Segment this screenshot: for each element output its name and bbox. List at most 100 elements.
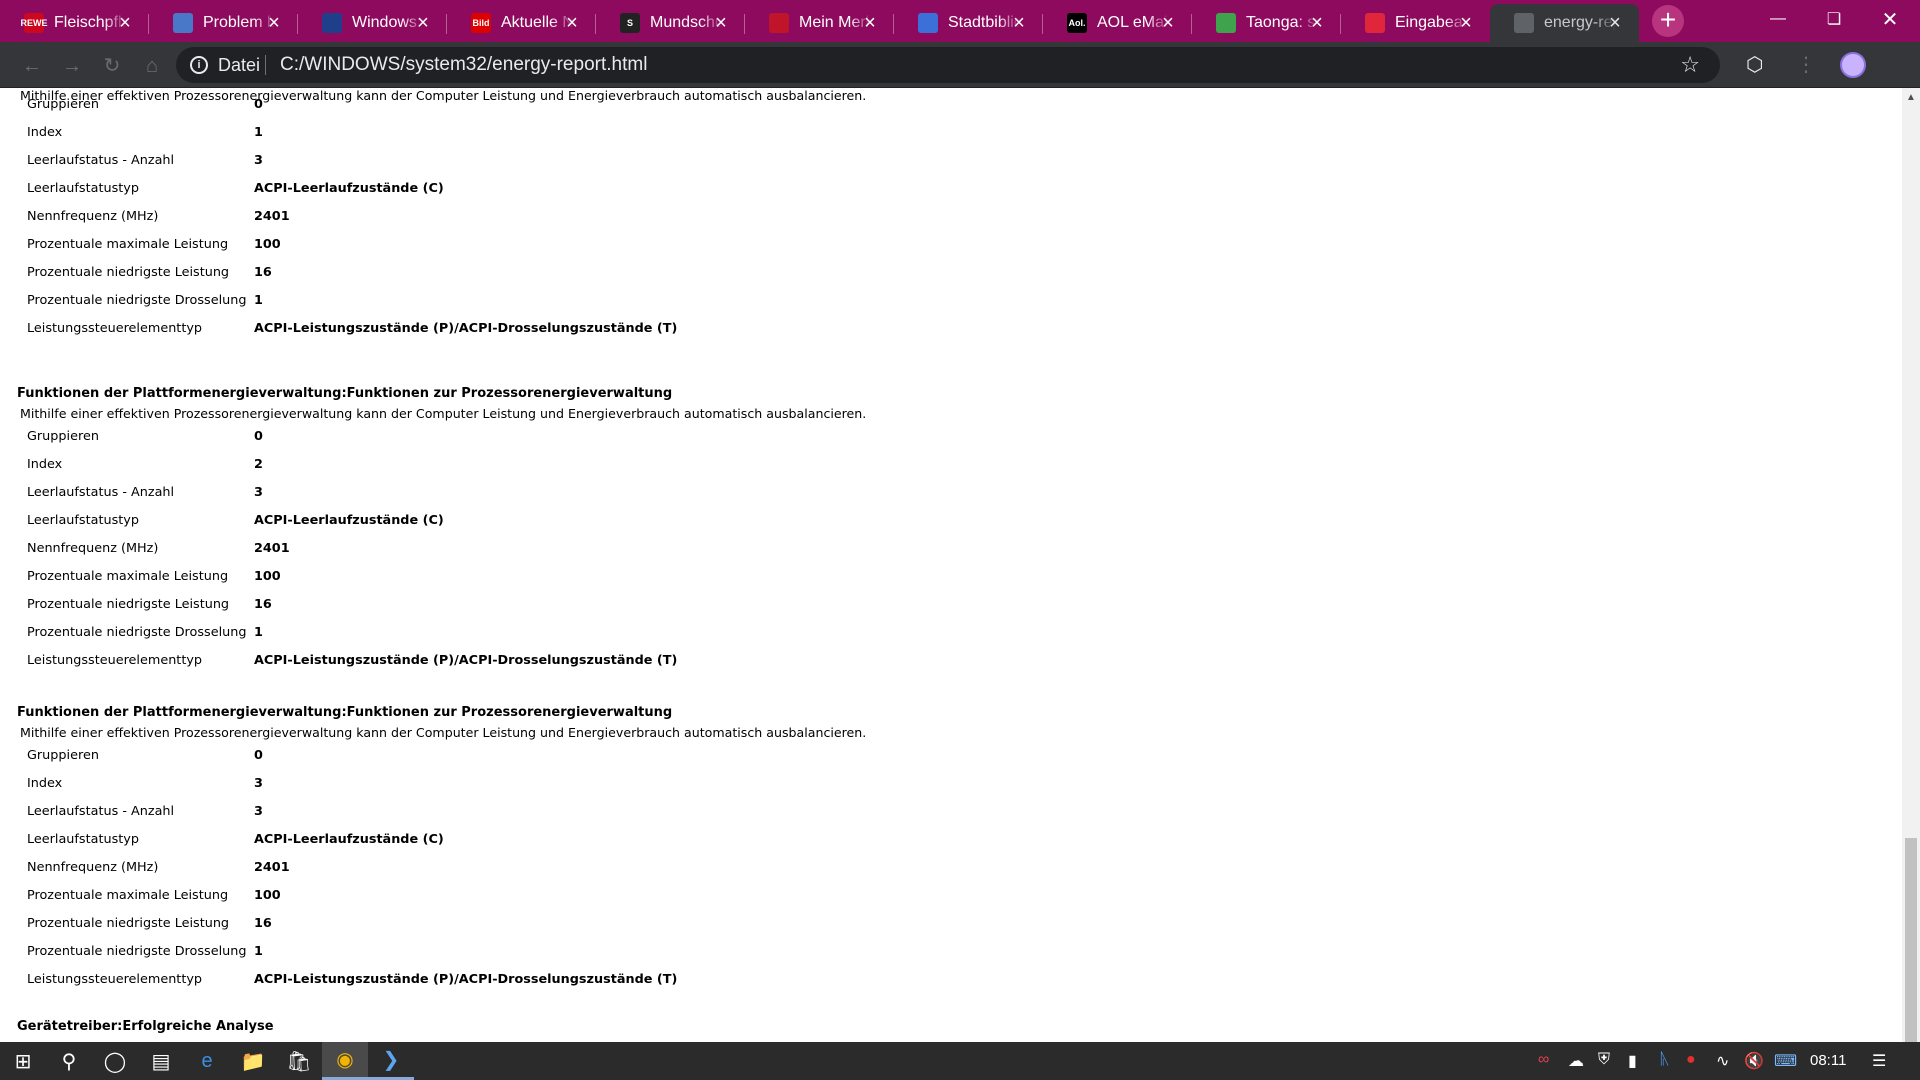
row-value: 3 [254,485,263,500]
table-row: Index 2 [17,452,1417,480]
row-value: 16 [254,265,272,280]
browser-tab[interactable]: S Mundschu × [596,4,745,42]
reload-button[interactable]: ↻ [100,54,124,78]
extension-icon[interactable]: ⋮ [1796,52,1816,77]
address-bar[interactable]: i Datei C:/WINDOWS/system32/energy-repor… [176,47,1720,83]
row-value: 100 [254,888,281,903]
browser-tab[interactable]: Bild Aktuelle N × [447,4,596,42]
tab-close-icon[interactable]: × [1009,13,1029,33]
browser-tab[interactable]: Windows: × [298,4,447,42]
table-row: Leerlaufstatustyp ACPI-Leerlaufzustände (… [17,508,1417,536]
browser-tab[interactable]: REWE Fleischpfla × [0,4,149,42]
vertical-scrollbar[interactable]: ▲ [1902,88,1920,1042]
taonga-icon [1216,13,1236,33]
table-row: Prozentuale maximale Leistung 100 [17,883,1417,911]
task-view-icon[interactable]: ▤ [138,1042,184,1080]
row-label: Nennfrequenz (MHz) [27,860,159,875]
row-label: Leistungssteuerelementtyp [27,972,203,987]
table-row: Index 3 [17,771,1417,799]
back-button[interactable]: ← [20,54,44,78]
file-explorer-icon[interactable]: 📁 [230,1042,276,1080]
tab-close-icon[interactable]: × [413,13,433,33]
row-value: 2 [254,457,263,472]
windows-taskbar: ⊞ ⚲ ◯ ▤ e 📁 🛍 ◉ ❯ ∞ ☁ ⛨ ▮ ᚣ ● ∿ 🔇 ⌨ 08:1… [0,1042,1920,1080]
powershell-icon[interactable]: ❯ [368,1042,414,1080]
row-label: Leistungssteuerelementtyp [27,653,203,668]
tab-close-icon[interactable]: × [1605,13,1625,33]
row-label: Leerlaufstatustyp [27,513,139,528]
row-value: ACPI-Leerlaufzustände (C) [254,832,444,847]
antivirus-icon[interactable]: ● [1686,1051,1696,1069]
windows-central-icon [322,13,342,33]
row-value: 1 [254,944,263,959]
infinity-icon[interactable]: ∞ [1538,1051,1549,1069]
row-label: Index [27,125,63,140]
tab-close-icon[interactable]: × [1307,13,1327,33]
forward-button[interactable]: → [60,54,84,78]
table-row: Leistungssteuerelementtyp ACPI-Leistungsz… [17,316,1417,344]
tab-close-icon[interactable]: × [711,13,731,33]
row-value: ACPI-Leistungszustände (P)/ACPI-Drosselu… [254,321,678,336]
language-keyboard-icon[interactable]: ⌨ [1774,1051,1797,1071]
browser-tab[interactable]: Aol. AOL eMail × [1043,4,1192,42]
processor-power-section: Funktionen der Plattformenergieverwaltun… [17,703,1417,995]
row-label: Prozentuale niedrigste Leistung [27,916,230,931]
bookmark-star-icon[interactable]: ☆ [1680,52,1700,78]
row-label: Index [27,457,63,472]
url-text[interactable]: C:/WINDOWS/system32/energy-report.html [280,54,647,76]
tab-close-icon[interactable]: × [264,13,284,33]
tab-close-icon[interactable]: × [1158,13,1178,33]
browser-tab[interactable]: Taonga: st × [1192,4,1341,42]
row-label: Gruppieren [27,97,99,112]
browser-tab[interactable]: Eingabeau × [1341,4,1490,42]
search-icon[interactable]: ⚲ [46,1042,92,1080]
browser-tab[interactable]: Stadtbiblio × [894,4,1043,42]
scroll-up-arrow-icon[interactable]: ▲ [1906,92,1916,103]
tab-close-icon[interactable]: × [1456,13,1476,33]
wifi-icon[interactable]: ∿ [1716,1051,1729,1071]
browser-tab[interactable]: Problem b × [149,4,298,42]
extension-cube-icon[interactable]: ⬡ [1746,52,1763,77]
profile-avatar[interactable] [1840,52,1866,78]
new-tab-button[interactable]: + [1652,5,1684,37]
browser-tab[interactable]: energy-rep × [1490,4,1639,42]
shield-icon[interactable]: ⛨ [1598,1051,1610,1069]
row-value: 16 [254,597,272,612]
scrollbar-thumb[interactable] [1905,838,1917,1042]
input-icon [1365,13,1385,33]
taskbar-clock[interactable]: 08:11 [1810,1052,1846,1069]
close-window-button[interactable]: ✕ [1862,0,1918,38]
section-title: Funktionen der Plattformenergieverwaltun… [17,386,673,401]
row-label: Prozentuale niedrigste Leistung [27,597,230,612]
tab-close-icon[interactable]: × [115,13,135,33]
processor-power-section: Funktionen der Plattformenergieverwaltun… [17,384,1417,676]
table-row: Prozentuale niedrigste Drosselung 1 [17,939,1417,967]
row-label: Leerlaufstatustyp [27,832,139,847]
edge-browser-icon[interactable]: e [184,1042,230,1080]
tab-close-icon[interactable]: × [562,13,582,33]
action-center-icon[interactable]: ☰ [1872,1051,1886,1071]
browser-tab[interactable]: Mein Merk × [745,4,894,42]
row-value: 3 [254,776,263,791]
volume-muted-icon[interactable]: 🔇 [1744,1051,1764,1071]
store-bag-icon[interactable]: 🛍 [276,1042,322,1080]
chrome-icon[interactable]: ◉ [322,1042,368,1080]
row-value: 0 [254,429,263,444]
row-label: Index [27,776,63,791]
minimize-button[interactable]: — [1750,0,1806,38]
browser-toolbar: ← → ↻ ⌂ i Datei C:/WINDOWS/system32/ener… [0,42,1920,88]
tab-close-icon[interactable]: × [860,13,880,33]
row-value: 100 [254,569,281,584]
battery-icon[interactable]: ▮ [1628,1051,1637,1071]
table-row: Prozentuale maximale Leistung 100 [17,232,1417,260]
bluetooth-icon[interactable]: ᚣ [1660,1051,1670,1069]
sync-drive-icon[interactable]: ☁ [1568,1051,1584,1071]
row-label: Leerlaufstatus - Anzahl [27,485,175,500]
restore-button[interactable]: ❏ [1806,0,1862,38]
info-icon[interactable]: i [190,56,208,74]
cortana-circle-icon[interactable]: ◯ [92,1042,138,1080]
home-icon[interactable]: ⌂ [140,54,164,78]
row-label: Gruppieren [27,429,99,444]
row-value: ACPI-Leerlaufzustände (C) [254,513,444,528]
start-windows-icon[interactable]: ⊞ [0,1042,46,1080]
